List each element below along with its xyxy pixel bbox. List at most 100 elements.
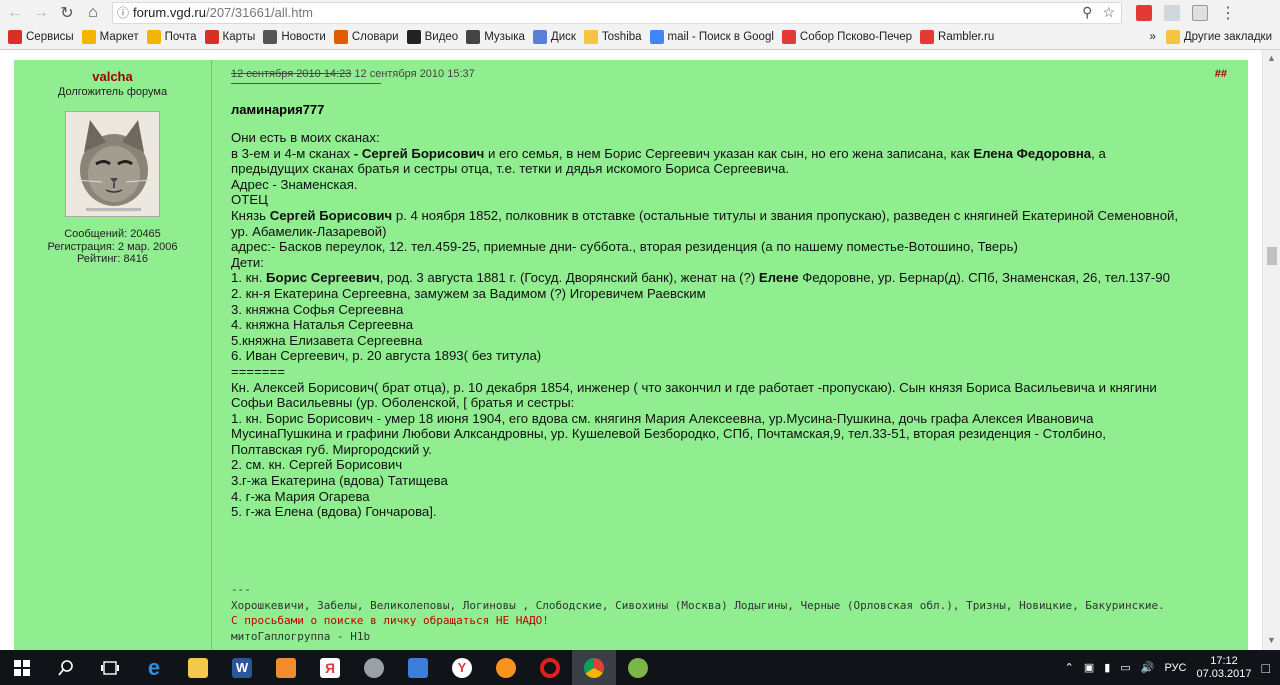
post-line: 2. кн-я Екатерина Сергеевна, замужем за … <box>231 285 706 301</box>
back-icon[interactable]: ← <box>4 2 26 24</box>
bookmark-star-icon[interactable]: ☆ <box>1102 4 1115 21</box>
bookmark-label: Собор Псково-Печер <box>799 31 913 43</box>
post-line: 5.княжна Елизавета Сергеевна <box>231 332 423 348</box>
app-circle-icon[interactable] <box>352 650 396 685</box>
post-line: 4. княжна Наталья Сергеевна <box>231 317 414 333</box>
bookmark-item[interactable]: Почта <box>146 30 197 44</box>
yandex-browser-icon[interactable]: Y <box>440 650 484 685</box>
volume-icon[interactable]: 🔊 <box>1141 661 1155 674</box>
bookmark-item[interactable]: mail - Поиск в Googl <box>649 30 774 44</box>
reload-icon[interactable]: ↻ <box>56 2 78 24</box>
post-line: 2. см. кн. Сергей Борисович <box>231 457 403 473</box>
paint-icon[interactable] <box>616 650 660 685</box>
bookmark-icon <box>8 30 22 44</box>
file-explorer-icon[interactable] <box>176 650 220 685</box>
bookmark-label: Сервисы <box>26 31 74 43</box>
chrome-icon[interactable] <box>572 650 616 685</box>
word-icon[interactable]: W <box>220 650 264 685</box>
clock-time: 17:12 <box>1210 654 1238 667</box>
bookmark-item[interactable]: Rambler.ru <box>920 30 994 44</box>
scroll-thumb[interactable] <box>1267 247 1277 265</box>
bookmark-label: Toshiba <box>601 31 642 43</box>
bookmark-icon <box>920 30 935 44</box>
post-line: предыдущих сканах братья и сестры отца, … <box>231 161 790 177</box>
bookmark-item[interactable]: Новости <box>263 30 326 44</box>
edge-icon[interactable]: e <box>132 650 176 685</box>
extension-bookmark-icon[interactable] <box>1136 4 1152 21</box>
bookmark-item[interactable]: Toshiba <box>583 30 642 44</box>
post-content: 12 сентября 2010 14:23 12 сентября 2010 … <box>231 60 1241 650</box>
address-bar[interactable]: ⓘ forum.vgd.ru/207/31661/all.htm ⚲ ☆ <box>112 1 1122 24</box>
bookmark-item[interactable]: Музыка <box>466 30 525 44</box>
post-line: 3. княжна Софья Сергеевна <box>231 301 404 317</box>
extension-icon[interactable] <box>1164 4 1180 21</box>
bookmark-item[interactable]: Диск <box>532 30 576 44</box>
bookmark-label: Карты <box>222 31 256 43</box>
bookmarks-more[interactable]: » <box>1149 31 1155 43</box>
bookmark-label: Диск <box>550 31 576 43</box>
post-line: 4. г-жа Мария Огарева <box>231 488 370 504</box>
signature-dashes: --- <box>231 583 251 596</box>
folder-icon <box>1165 30 1180 44</box>
bookmark-icon <box>263 30 278 44</box>
scroll-up-icon[interactable]: ▲ <box>1267 53 1276 63</box>
network-icon[interactable]: ▭ <box>1120 661 1130 674</box>
extension-k-icon[interactable] <box>1192 4 1208 21</box>
opera-icon[interactable] <box>528 650 572 685</box>
zoom-icon[interactable]: ⚲ <box>1082 4 1092 21</box>
forum-post: valcha Долгожитель форума Сообщений: 204… <box>14 60 1248 650</box>
other-bookmarks[interactable]: Другие закладки <box>1165 30 1272 44</box>
post-date-old: 12 сентября 2010 14:23 <box>231 68 352 80</box>
language-indicator[interactable]: РУС <box>1164 662 1186 674</box>
notifications-icon[interactable]: □ <box>1262 660 1270 676</box>
yandex-icon[interactable]: Я <box>308 650 352 685</box>
forward-icon[interactable]: → <box>30 2 52 24</box>
bookmark-label: Rambler.ru <box>938 31 995 43</box>
post-line: Они есть в моих сканах: <box>231 130 380 145</box>
post-anchor-link[interactable]: ## <box>1215 68 1227 80</box>
vertical-scrollbar[interactable]: ▲ ▼ <box>1262 50 1280 650</box>
date-divider <box>231 83 381 84</box>
search-icon[interactable] <box>44 650 88 685</box>
post-line: 3.г-жа Екатерина (вдова) Татищева <box>231 473 448 489</box>
signature-surnames: Хорошкевичи, Забелы, Великолеповы, Логин… <box>231 598 1165 612</box>
post-line: МусинаПушкина и графини Любови Алксандро… <box>231 426 1106 442</box>
ok-icon[interactable] <box>484 650 528 685</box>
mail-icon[interactable] <box>396 650 440 685</box>
post-line: Дети: <box>231 254 264 270</box>
info-icon[interactable]: ⓘ <box>113 4 133 21</box>
home-icon[interactable]: ⌂ <box>82 2 104 24</box>
post-line: Кн. Алексей Борисович( брат отца), р. 10… <box>231 379 1157 395</box>
task-view-icon[interactable] <box>88 650 132 685</box>
system-tray: ⌃ ▣ ▮ ▭ 🔊 РУС 17:12 07.03.2017 □ <box>1065 655 1280 681</box>
tray-chevron-icon[interactable]: ⌃ <box>1065 661 1074 674</box>
bookmark-item[interactable]: Словари <box>333 30 399 44</box>
bookmark-icon <box>204 30 219 44</box>
bookmark-item[interactable]: Видео <box>406 30 458 44</box>
scroll-down-icon[interactable]: ▼ <box>1267 635 1276 645</box>
bookmarks-bar: Сервисы Маркет Почта Карты Новости Словари Вид… <box>0 25 1280 50</box>
signature-warning: С просьбами о поиске в личку обращаться … <box>231 614 549 627</box>
tray-app-icon[interactable]: ▣ <box>1084 661 1094 674</box>
post-line: 5. г-жа Елена (вдова) Гончарова]. <box>231 504 437 520</box>
media-player-icon[interactable] <box>264 650 308 685</box>
username[interactable]: valcha <box>14 69 211 84</box>
bookmark-item[interactable]: Сервисы <box>8 30 74 44</box>
bookmark-icon <box>781 30 796 44</box>
signature: --- Хорошкевичи, Забелы, Великолеповы, Л… <box>231 582 1165 644</box>
battery-icon[interactable]: ▮ <box>1104 661 1110 674</box>
clock[interactable]: 17:12 07.03.2017 <box>1196 655 1251 681</box>
post-line: ОТЕЦ <box>231 192 268 208</box>
bookmark-icon <box>406 30 421 44</box>
menu-icon[interactable]: ⋮ <box>1220 3 1236 23</box>
bookmark-item[interactable]: Собор Псково-Печер <box>781 30 913 44</box>
bookmark-label: Маркет <box>99 31 139 43</box>
bookmark-icon <box>333 30 348 44</box>
user-title: Долгожитель форума <box>57 86 168 98</box>
bookmark-icon <box>583 30 598 44</box>
windows-start-icon[interactable] <box>0 650 44 685</box>
clock-date: 07.03.2017 <box>1196 667 1252 680</box>
page-content: valcha Долгожитель форума Сообщений: 204… <box>0 50 1262 650</box>
bookmark-item[interactable]: Карты <box>204 30 256 44</box>
bookmark-item[interactable]: Маркет <box>81 30 139 44</box>
